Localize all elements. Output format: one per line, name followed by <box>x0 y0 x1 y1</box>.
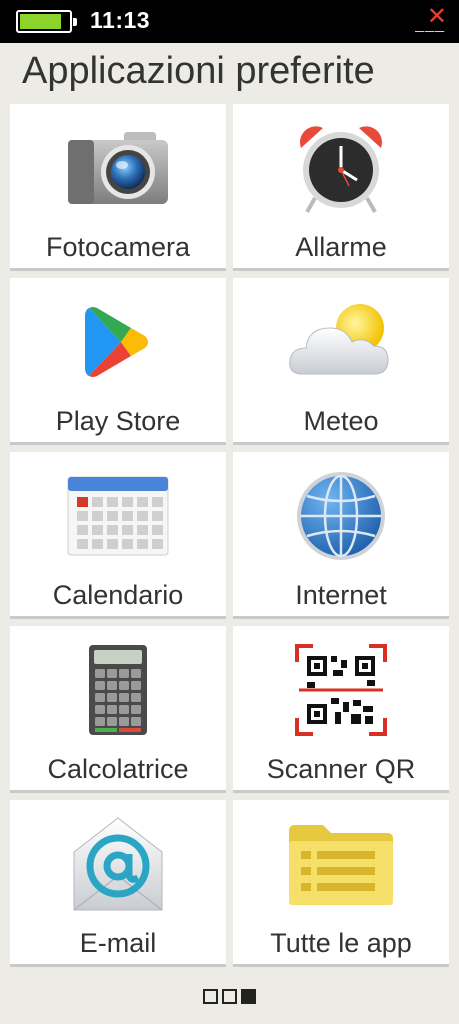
alarm-clock-icon <box>299 126 383 213</box>
app-tile-play-store[interactable]: Play Store <box>10 278 226 445</box>
app-label: E-mail <box>79 928 157 958</box>
battery-icon <box>16 10 77 33</box>
app-tile-internet[interactable]: Internet <box>233 452 449 619</box>
calendar-icon <box>67 476 169 556</box>
app-tile-camera[interactable]: Fotocamera <box>10 104 226 271</box>
email-icon <box>73 817 163 911</box>
app-label: Meteo <box>303 406 379 436</box>
status-bar: 11:13 ___ ✕ <box>0 0 459 43</box>
app-label: Internet <box>295 580 387 610</box>
folder-list-icon <box>289 825 393 905</box>
status-time: 11:13 <box>90 7 151 33</box>
app-tile-calendar[interactable]: Calendario <box>10 452 226 619</box>
calculator-icon <box>89 645 147 735</box>
app-label: Calcolatrice <box>47 754 189 784</box>
app-label: Allarme <box>295 232 387 262</box>
app-label: Calendario <box>52 580 184 610</box>
weather-icon <box>289 304 389 375</box>
app-tile-qr-scanner[interactable]: Scanner QR <box>233 626 449 793</box>
close-icon: ✕ <box>426 3 447 30</box>
page-dot <box>203 989 218 1004</box>
app-grid: Fotocamera Allarme Play Store Meteo Cale… <box>10 104 449 967</box>
app-label: Play Store <box>55 406 181 436</box>
app-label: Fotocamera <box>45 232 191 262</box>
camera-icon <box>68 132 168 204</box>
app-tile-email[interactable]: E-mail <box>10 800 226 967</box>
play-store-icon <box>85 307 148 377</box>
app-label: Scanner QR <box>266 754 416 784</box>
close-button[interactable]: ___ ✕ <box>399 3 447 38</box>
page-dot <box>222 989 237 1004</box>
app-tile-calculator[interactable]: Calcolatrice <box>10 626 226 793</box>
app-label: Tutte le app <box>270 928 412 958</box>
app-tile-alarm[interactable]: Allarme <box>233 104 449 271</box>
qr-scanner-icon <box>295 644 387 736</box>
page-indicator <box>0 989 459 1004</box>
app-tile-all-apps[interactable]: Tutte le app <box>233 800 449 967</box>
page-dot <box>241 989 256 1004</box>
globe-icon <box>297 472 385 560</box>
page-title: Applicazioni preferite <box>22 50 375 92</box>
app-tile-weather[interactable]: Meteo <box>233 278 449 445</box>
